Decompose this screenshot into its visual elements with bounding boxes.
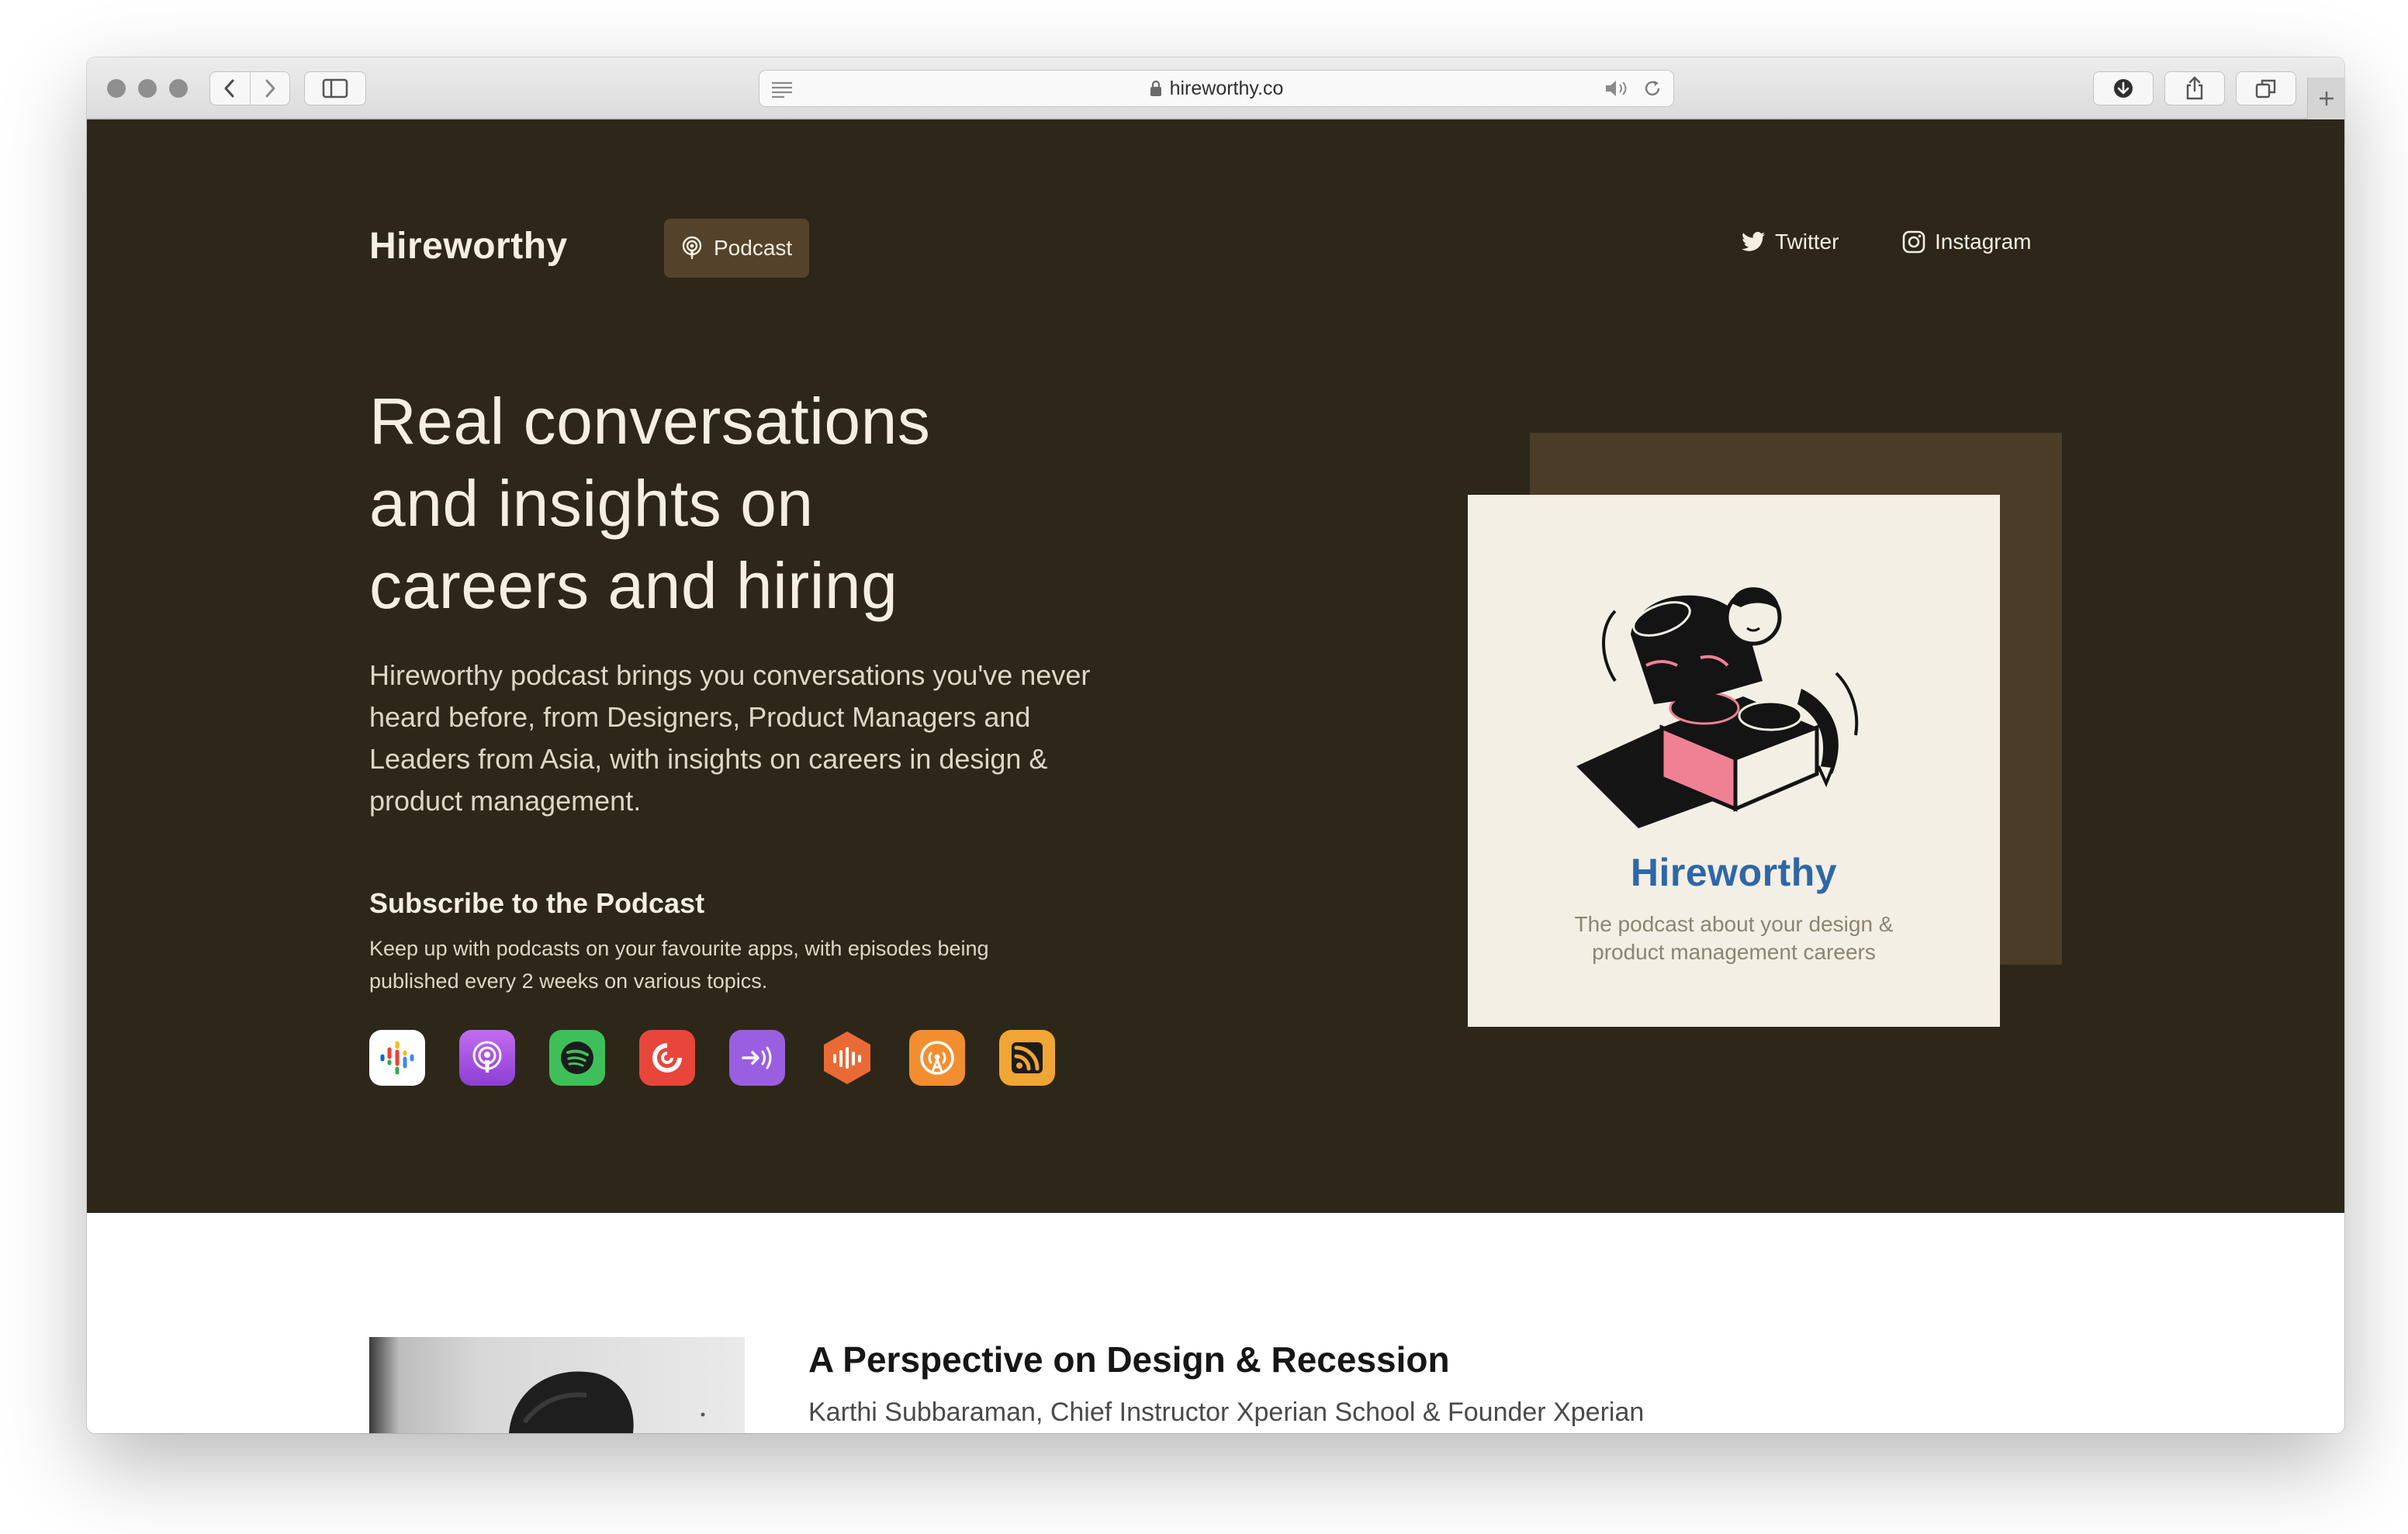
spotify-icon: [561, 1042, 593, 1074]
instagram-label: Instagram: [1935, 230, 2032, 254]
back-button[interactable]: [210, 72, 250, 105]
instagram-link[interactable]: Instagram: [1902, 230, 2032, 254]
history-nav: [209, 71, 290, 105]
tab-overview-button[interactable]: [2236, 71, 2296, 105]
overcast-link[interactable]: [909, 1030, 965, 1086]
minimize-window-button[interactable]: [138, 79, 157, 98]
google-podcasts-link[interactable]: [369, 1030, 425, 1086]
window-controls: [107, 79, 188, 98]
cover-illustration: [1576, 587, 1859, 828]
podcast-addict-link[interactable]: [729, 1030, 785, 1086]
url-text: hireworthy.co: [1169, 77, 1284, 99]
zoom-window-button[interactable]: [169, 79, 188, 98]
episode-title[interactable]: A Perspective on Design & Recession: [808, 1339, 1450, 1380]
downloads-button[interactable]: [2093, 71, 2154, 105]
podcast-nav-button[interactable]: Podcast: [664, 219, 810, 278]
sidebar-toggle-button[interactable]: [304, 71, 366, 105]
apple-podcasts-link[interactable]: [459, 1030, 515, 1086]
address-bar[interactable]: hireworthy.co: [759, 70, 1674, 107]
podcast-cover: Hireworthy The podcast about your design…: [1468, 495, 2000, 1027]
sidebar-icon: [322, 78, 348, 98]
hero-headline: Real conversations and insights on caree…: [369, 380, 1036, 627]
castbox-link[interactable]: [819, 1030, 875, 1086]
address-bar-actions: [1604, 78, 1662, 98]
share-button[interactable]: [2164, 71, 2225, 105]
close-window-button[interactable]: [107, 79, 126, 98]
cover-tagline: The podcast about your design & product …: [1468, 910, 2000, 966]
episode-guest: Karthi Subbaraman, Chief Instructor Xper…: [808, 1398, 1645, 1427]
tabs-icon: [2255, 79, 2276, 98]
url-display: hireworthy.co: [759, 71, 1673, 106]
rss-link[interactable]: [999, 1030, 1055, 1086]
twitter-label: Twitter: [1775, 230, 1839, 254]
headline-line: and insights on: [369, 467, 814, 540]
apple-podcasts-icon: [472, 1041, 502, 1073]
pocket-casts-link[interactable]: [639, 1030, 695, 1086]
headline-line: careers and hiring: [369, 549, 898, 622]
download-icon: [2114, 79, 2133, 98]
castbox-icon: [824, 1031, 870, 1084]
podcast-icon: [682, 236, 702, 259]
twitter-link[interactable]: Twitter: [1741, 230, 1839, 254]
site-logo[interactable]: Hireworthy: [369, 225, 568, 268]
hero-description: Hireworthy podcast brings you conversati…: [369, 659, 1091, 817]
cover-tagline-line: The podcast about your design &: [1574, 912, 1894, 936]
forward-button[interactable]: [249, 72, 289, 105]
subscribe-description: Keep up with podcasts on your favourite …: [369, 937, 989, 993]
headline-line: Real conversations: [369, 385, 931, 458]
share-icon: [2186, 76, 2203, 100]
chevron-left-icon: [224, 79, 234, 98]
subscribe-title: Subscribe to the Podcast: [369, 887, 705, 919]
cover-tagline-line: product management careers: [1592, 940, 1876, 964]
podcast-addict-icon: [742, 1046, 772, 1069]
chevron-right-icon: [265, 79, 275, 98]
guest-photo: [509, 1371, 705, 1433]
overcast-icon: [920, 1041, 954, 1075]
speaker-icon[interactable]: [1604, 78, 1630, 98]
plus-icon: [2319, 92, 2334, 105]
rss-icon: [1012, 1042, 1043, 1073]
reload-icon[interactable]: [1642, 78, 1662, 98]
cover-title: Hireworthy: [1630, 851, 1838, 894]
web-page: Hireworthy Podcast Twitter Instagram Rea…: [87, 119, 2344, 1433]
episode-thumbnail[interactable]: [369, 1337, 745, 1433]
lock-icon: [1150, 80, 1161, 96]
podcast-apps-list: [369, 1030, 1055, 1086]
podcast-nav-label: Podcast: [714, 236, 793, 260]
new-tab-button[interactable]: [2307, 78, 2344, 119]
spotify-link[interactable]: [549, 1030, 605, 1086]
pocket-casts-icon: [652, 1043, 682, 1073]
google-podcasts-icon: [380, 1041, 414, 1075]
hero-section: Hireworthy Podcast Twitter Instagram Rea…: [87, 119, 2344, 1213]
twitter-icon: [1742, 232, 1765, 251]
browser-window: hireworthy.co Hireworthy Podcast Twitter…: [87, 57, 2344, 1433]
browser-toolbar: hireworthy.co: [87, 57, 2344, 119]
instagram-icon: [1902, 230, 1925, 254]
